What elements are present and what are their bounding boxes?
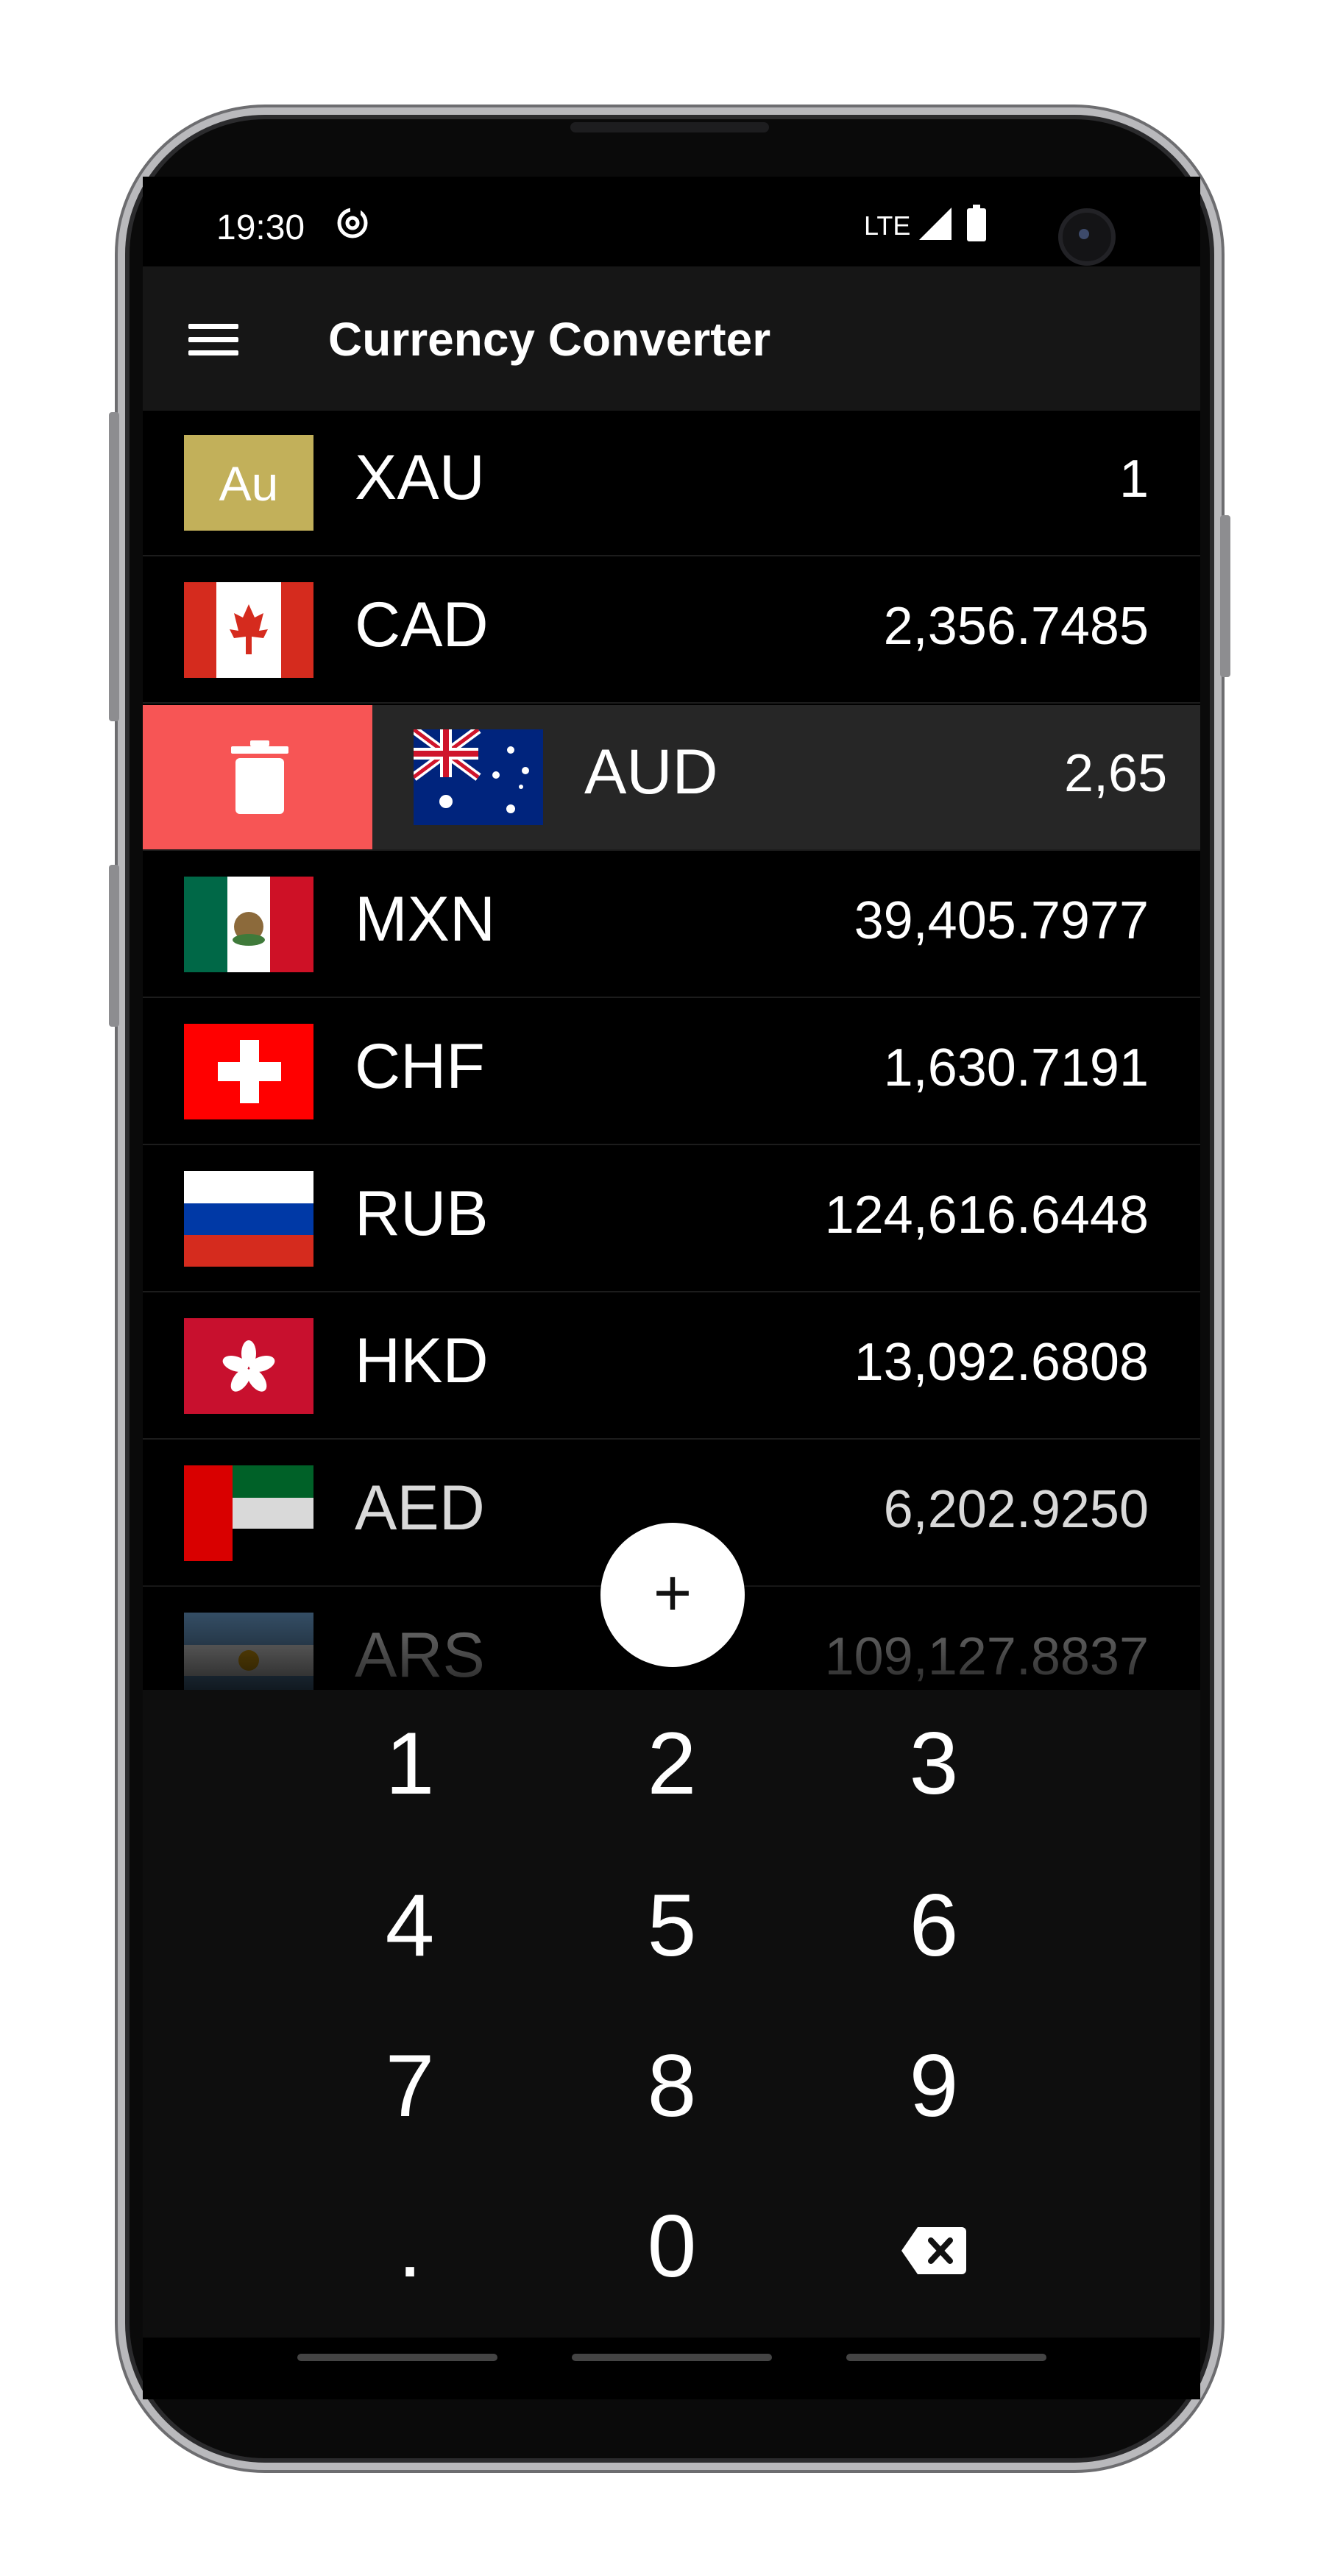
key-3[interactable]: 3 <box>846 1690 1022 1837</box>
app-title: Currency Converter <box>328 313 771 366</box>
phone-side-button <box>109 865 119 1027</box>
currency-row-hkd[interactable]: HKD 13,092.6808 <box>143 1294 1200 1440</box>
key-2[interactable]: 2 <box>584 1690 760 1837</box>
currency-code: HKD <box>355 1326 489 1396</box>
status-bar: 19:30 LTE <box>143 177 1200 266</box>
key-0[interactable]: 0 <box>584 2173 760 2320</box>
key-decimal[interactable]: . <box>322 2173 498 2320</box>
screen: 19:30 LTE Currency Converter Au XAU 1 CA… <box>143 177 1200 2399</box>
key-6[interactable]: 6 <box>846 1852 1022 1999</box>
currency-value[interactable]: 109,127.8837 <box>825 1627 1149 1687</box>
menu-icon[interactable] <box>188 318 238 359</box>
sync-icon <box>337 206 368 238</box>
app-bar: Currency Converter <box>143 266 1200 411</box>
australia-flag-icon <box>414 729 543 825</box>
currency-code: XAU <box>355 442 485 513</box>
switzerland-flag-icon <box>184 1024 313 1119</box>
mexico-flag-icon <box>184 877 313 972</box>
currency-code: AUD <box>584 737 718 807</box>
key-1[interactable]: 1 <box>322 1690 498 1837</box>
key-9[interactable]: 9 <box>846 2012 1022 2159</box>
currency-row-mxn[interactable]: MXN 39,405.7977 <box>143 852 1200 998</box>
swiped-row-content: AUD 2,65 <box>372 705 1200 849</box>
signal-icon <box>919 208 952 240</box>
earpiece-speaker <box>570 122 769 132</box>
currency-value[interactable]: 39,405.7977 <box>854 891 1149 951</box>
backspace-icon <box>901 2227 966 2274</box>
currency-value[interactable]: 2,356.7485 <box>884 596 1149 657</box>
hong-kong-flag-icon <box>184 1318 313 1414</box>
currency-value[interactable]: 13,092.6808 <box>854 1332 1149 1393</box>
gold-badge-label: Au <box>219 456 279 511</box>
nav-back[interactable] <box>846 2354 1046 2361</box>
network-type: LTE <box>864 210 911 241</box>
trash-icon <box>231 740 288 814</box>
currency-row-xau[interactable]: Au XAU 1 <box>143 411 1200 556</box>
currency-row-aud[interactable]: AUD 2,65 <box>143 705 1200 851</box>
add-icon: + <box>653 1557 692 1630</box>
key-8[interactable]: 8 <box>584 2012 760 2159</box>
currency-value[interactable]: 1,630.7191 <box>884 1038 1149 1098</box>
system-nav-bar <box>143 2338 1200 2399</box>
uae-flag-icon <box>184 1465 313 1561</box>
nav-recent[interactable] <box>297 2354 497 2361</box>
currency-value[interactable]: 2,65 <box>1064 743 1167 804</box>
argentina-flag-icon <box>184 1613 313 1690</box>
key-7[interactable]: 7 <box>322 2012 498 2159</box>
currency-code: RUB <box>355 1178 489 1249</box>
currency-list: Au XAU 1 CAD 2,356.7485 AUD 2,65 MXN 39,… <box>143 411 1200 1690</box>
canada-flag-icon <box>184 582 313 678</box>
add-currency-button[interactable]: + <box>600 1523 745 1667</box>
status-time: 19:30 <box>216 208 305 247</box>
currency-row-rub[interactable]: RUB 124,616.6448 <box>143 1147 1200 1292</box>
currency-value[interactable]: 124,616.6448 <box>825 1185 1149 1245</box>
numeric-keypad: 1 2 3 4 5 6 7 8 9 . 0 <box>143 1690 1200 2338</box>
currency-row-chf[interactable]: CHF 1,630.7191 <box>143 999 1200 1145</box>
nav-home[interactable] <box>572 2354 772 2361</box>
currency-value[interactable]: 1 <box>1119 449 1149 509</box>
russia-flag-icon <box>184 1171 313 1267</box>
currency-row-cad[interactable]: CAD 2,356.7485 <box>143 558 1200 704</box>
key-4[interactable]: 4 <box>322 1852 498 1999</box>
key-5[interactable]: 5 <box>584 1852 760 1999</box>
battery-icon <box>967 205 986 241</box>
currency-code: AED <box>355 1473 485 1543</box>
front-camera <box>1058 208 1116 266</box>
currency-value[interactable]: 6,202.9250 <box>884 1479 1149 1540</box>
phone-side-button <box>109 412 119 721</box>
currency-code: CAD <box>355 590 489 660</box>
currency-code: CHF <box>355 1031 485 1102</box>
phone-side-button <box>1220 515 1230 677</box>
delete-button[interactable] <box>143 705 372 849</box>
backspace-key[interactable] <box>846 2173 1022 2320</box>
gold-badge: Au <box>184 435 313 531</box>
currency-code: ARS <box>355 1620 485 1690</box>
currency-code: MXN <box>355 884 496 955</box>
